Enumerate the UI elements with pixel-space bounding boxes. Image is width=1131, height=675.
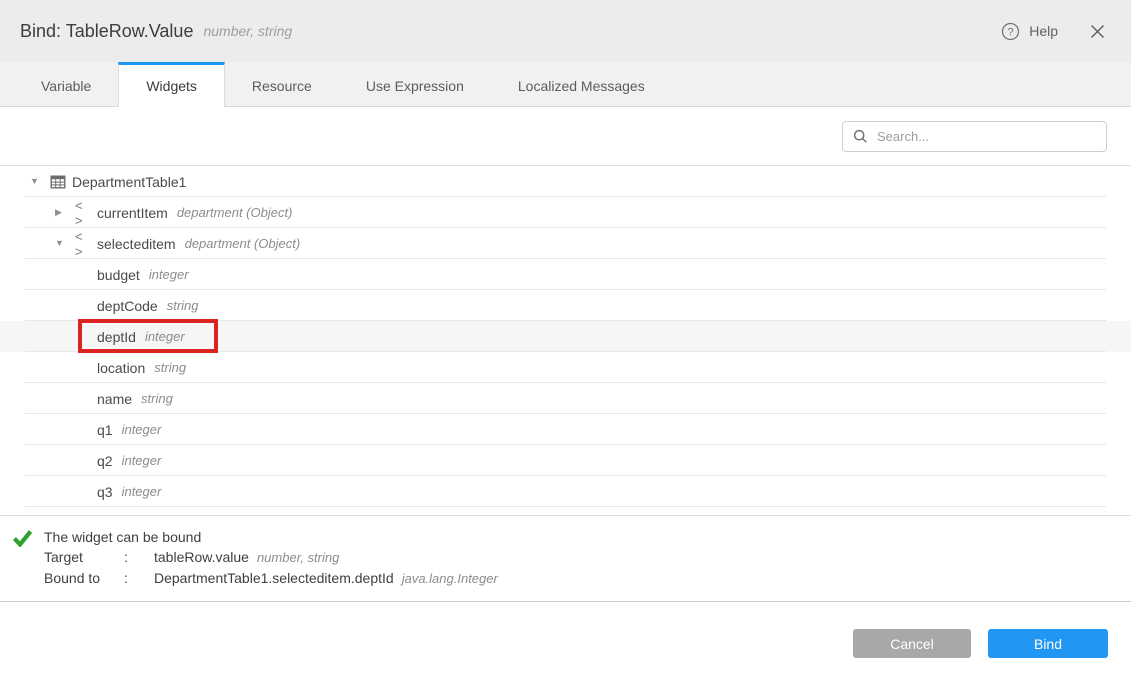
- status-rows: Target:tableRow.value number, string Bound…: [44, 547, 1131, 589]
- cancel-button[interactable]: Cancel: [853, 629, 971, 658]
- chevron-right-icon[interactable]: ▶: [55, 208, 67, 217]
- tree-item-label: currentItem: [97, 205, 168, 221]
- status-message: The widget can be bound: [44, 527, 1131, 547]
- status-row-value-type: java.lang.Integer: [402, 571, 498, 586]
- status-row-label: Bound to: [44, 568, 124, 589]
- tree-item-label: deptId: [97, 329, 136, 345]
- tree-item-selecteditem[interactable]: ▼ < > selecteditem department (Object): [0, 228, 1131, 259]
- tree-item-departmenttable1[interactable]: ▼ DepartmentTable1: [0, 166, 1131, 197]
- tree-item-type: string: [167, 298, 199, 313]
- tree-item-deptid[interactable]: deptId integer: [0, 321, 1131, 352]
- close-icon: [1090, 24, 1105, 39]
- help-button[interactable]: ? Help: [1001, 22, 1058, 41]
- tree-item-q1[interactable]: q1 integer: [0, 414, 1131, 445]
- tab-variable[interactable]: Variable: [14, 62, 118, 106]
- binding-status-panel: The widget can be bound Target:tableRow.…: [0, 515, 1131, 602]
- tree-item-label: deptCode: [97, 298, 158, 314]
- tree-item-q2[interactable]: q2 integer: [0, 445, 1131, 476]
- tree-item-type: string: [141, 391, 173, 406]
- status-row-value-text: tableRow.value: [154, 549, 249, 565]
- dialog-title: Bind: TableRow.Value: [20, 21, 193, 42]
- code-icon: < >: [75, 198, 91, 228]
- table-icon: [50, 174, 66, 190]
- tree-item-type: string: [154, 360, 186, 375]
- tree-item-type: integer: [122, 422, 162, 437]
- tree-item-type: department (Object): [177, 205, 293, 220]
- tab-bar: VariableWidgetsResourceUse ExpressionLoc…: [0, 62, 1131, 107]
- tree-item-type: integer: [122, 484, 162, 499]
- tree-item-label: location: [97, 360, 145, 376]
- tree-item-label: name: [97, 391, 132, 407]
- code-icon: < >: [75, 229, 91, 259]
- tree-item-deptcode[interactable]: deptCode string: [0, 290, 1131, 321]
- status-row-bound-to: Bound to:DepartmentTable1.selecteditem.d…: [44, 568, 1131, 589]
- chevron-down-icon[interactable]: ▼: [30, 177, 42, 186]
- tree-item-q3[interactable]: q3 integer: [0, 476, 1131, 507]
- tree-item-label: DepartmentTable1: [72, 174, 186, 190]
- dialog-header: Bind: TableRow.Value number, string ? He…: [0, 0, 1131, 62]
- tab-use-expression[interactable]: Use Expression: [339, 62, 491, 106]
- tree-item-label: q1: [97, 422, 113, 438]
- tree-item-type: integer: [149, 267, 189, 282]
- tree-item-type: integer: [145, 329, 185, 344]
- bind-button[interactable]: Bind: [988, 629, 1108, 658]
- status-row-value-text: DepartmentTable1.selecteditem.deptId: [154, 570, 394, 586]
- help-label: Help: [1029, 23, 1058, 39]
- status-row-label: Target: [44, 547, 124, 568]
- tree-item-budget[interactable]: budget integer: [0, 259, 1131, 290]
- search-input[interactable]: [875, 128, 1096, 145]
- tab-resource[interactable]: Resource: [225, 62, 339, 106]
- help-circle-icon: ?: [1001, 22, 1020, 41]
- search-box: [842, 121, 1107, 152]
- tree-item-type: integer: [122, 453, 162, 468]
- status-row-separator: :: [124, 547, 154, 568]
- chevron-down-icon[interactable]: ▼: [55, 239, 67, 248]
- check-icon: [12, 529, 33, 552]
- tree-item-label: q2: [97, 453, 113, 469]
- status-row-value: tableRow.value number, string: [154, 547, 1131, 568]
- tree-item-type: department (Object): [185, 236, 301, 251]
- search-row: [0, 107, 1131, 165]
- tab-localized-messages[interactable]: Localized Messages: [491, 62, 672, 106]
- tab-widgets[interactable]: Widgets: [118, 62, 225, 107]
- status-row-target: Target:tableRow.value number, string: [44, 547, 1131, 568]
- close-button[interactable]: [1090, 24, 1105, 39]
- dialog-footer: Cancel Bind: [0, 602, 1131, 658]
- tree-item-currentitem[interactable]: ▶ < > currentItem department (Object): [0, 197, 1131, 228]
- tree-item-label: q3: [97, 484, 113, 500]
- status-row-value: DepartmentTable1.selecteditem.deptId java…: [154, 568, 1131, 589]
- svg-text:?: ?: [1008, 26, 1014, 38]
- search-icon: [853, 129, 868, 144]
- widget-tree: ▼ DepartmentTable1 ▶ < > currentItem departme…: [0, 165, 1131, 507]
- tree-item-name[interactable]: name string: [0, 383, 1131, 414]
- tree-item-location[interactable]: location string: [0, 352, 1131, 383]
- dialog-subtitle: number, string: [203, 23, 292, 39]
- status-row-separator: :: [124, 568, 154, 589]
- header-actions: ? Help: [1001, 22, 1105, 41]
- status-row-value-type: number, string: [257, 550, 339, 565]
- tree-item-label: budget: [97, 267, 140, 283]
- tree-item-label: selecteditem: [97, 236, 176, 252]
